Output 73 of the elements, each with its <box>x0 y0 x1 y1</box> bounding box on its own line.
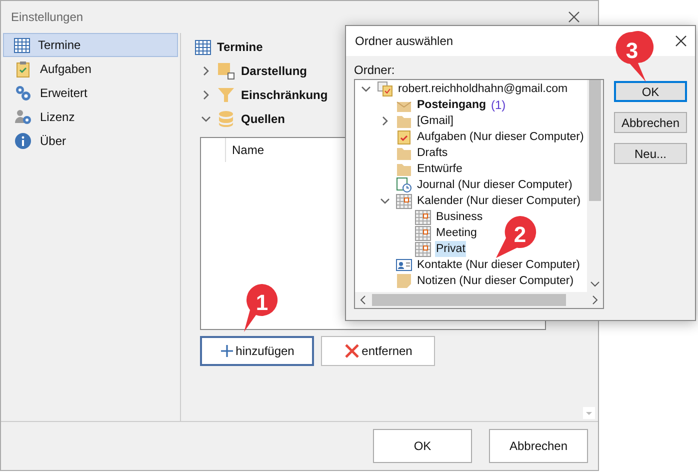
tree-item[interactable]: Kontakte (Nur dieser Computer) <box>416 257 581 273</box>
scroll-down-icon[interactable] <box>590 279 600 289</box>
calendar-icon <box>415 225 431 241</box>
account-icon <box>377 81 393 97</box>
plus-icon <box>220 344 234 358</box>
dialog-title: Ordner auswählen <box>355 33 454 50</box>
tree-item[interactable]: Notizen (Nur dieser Computer) <box>416 273 575 289</box>
field-label: Ordner: <box>354 62 396 78</box>
tree-item[interactable]: Meeting <box>435 225 478 241</box>
scroll-left-icon[interactable] <box>358 295 368 305</box>
tree-item[interactable]: Aufgaben (Nur dieser Computer) <box>416 129 585 145</box>
expand-chevron-icon[interactable] <box>201 66 211 76</box>
tree-item[interactable]: Drafts <box>416 145 449 161</box>
callout-number: 1 <box>254 290 270 316</box>
collapse-chevron-icon[interactable] <box>201 114 211 124</box>
close-icon[interactable] <box>568 11 580 23</box>
folder-icon <box>396 161 412 177</box>
expand-chevron-icon[interactable] <box>380 116 390 126</box>
dialog-button[interactable]: Neu... <box>614 143 687 164</box>
tree-item[interactable]: Entwürfe <box>416 161 464 177</box>
horizontal-scrollbar[interactable] <box>355 292 603 308</box>
dialog-button[interactable]: Abbrechen <box>614 112 687 133</box>
database-icon <box>217 110 235 128</box>
sidebar-item[interactable]: Termine <box>3 33 178 57</box>
page-title: Termine <box>217 39 263 56</box>
gears-icon <box>14 84 32 102</box>
sidebar-item[interactable]: Erweitert <box>3 81 178 105</box>
collapse-chevron-icon[interactable] <box>361 84 371 94</box>
section-header[interactable]: Einschränkung <box>241 86 328 104</box>
remove-button[interactable]: entfernen <box>321 336 435 366</box>
sidebar-item[interactable]: Lizenz <box>3 105 178 129</box>
add-button[interactable]: hinzufügen <box>200 336 314 366</box>
cross-icon <box>344 343 360 359</box>
tree-item[interactable]: Journal (Nur dieser Computer) <box>416 177 574 193</box>
clipboard-icon <box>14 60 32 78</box>
info-icon <box>14 132 32 150</box>
tree-item[interactable]: robert.reichholdhahn@gmail.com <box>397 81 569 97</box>
calendar-icon <box>396 193 412 209</box>
callout-number: 3 <box>624 38 640 64</box>
section-header[interactable]: Quellen <box>241 110 286 128</box>
note-icon <box>396 273 412 289</box>
tree-item[interactable]: Privat <box>435 241 466 257</box>
user-gear-icon <box>14 108 32 126</box>
tree-item[interactable]: Posteingang <box>416 97 488 113</box>
folder-icon <box>396 113 412 129</box>
section-header[interactable]: Darstellung <box>241 62 308 80</box>
contact-card-icon <box>396 257 412 273</box>
scroll-right-icon[interactable] <box>590 295 600 305</box>
sidebar-item[interactable]: Über <box>3 129 178 153</box>
sidebar-item[interactable]: Aufgaben <box>3 57 178 81</box>
calendar-icon <box>195 39 211 55</box>
vertical-scrollbar[interactable] <box>587 80 603 292</box>
clipboard-icon <box>396 129 412 145</box>
calendar-icon <box>415 241 431 257</box>
layout-icon <box>217 62 235 80</box>
dialog-button[interactable]: OK <box>614 81 687 102</box>
journal-icon <box>396 177 412 193</box>
close-icon[interactable] <box>675 35 687 47</box>
filter-icon <box>217 86 235 104</box>
unread-count: (1) <box>491 97 506 114</box>
calendar-icon <box>14 37 30 53</box>
tree-item[interactable]: [Gmail] <box>416 113 454 129</box>
tree-item[interactable]: Kalender (Nur dieser Computer) <box>416 193 582 209</box>
collapse-chevron-icon[interactable] <box>380 196 390 206</box>
dialog-button[interactable]: Abbrechen <box>489 429 588 463</box>
calendar-icon <box>415 209 431 225</box>
callout-number: 2 <box>512 222 528 248</box>
column-header[interactable]: Name <box>226 138 270 162</box>
expand-chevron-icon[interactable] <box>201 90 211 100</box>
window-title: Einstellungen <box>11 9 84 26</box>
dialog-button[interactable]: OK <box>373 429 472 463</box>
folder-icon <box>396 145 412 161</box>
tree-item[interactable]: Business <box>435 209 484 225</box>
